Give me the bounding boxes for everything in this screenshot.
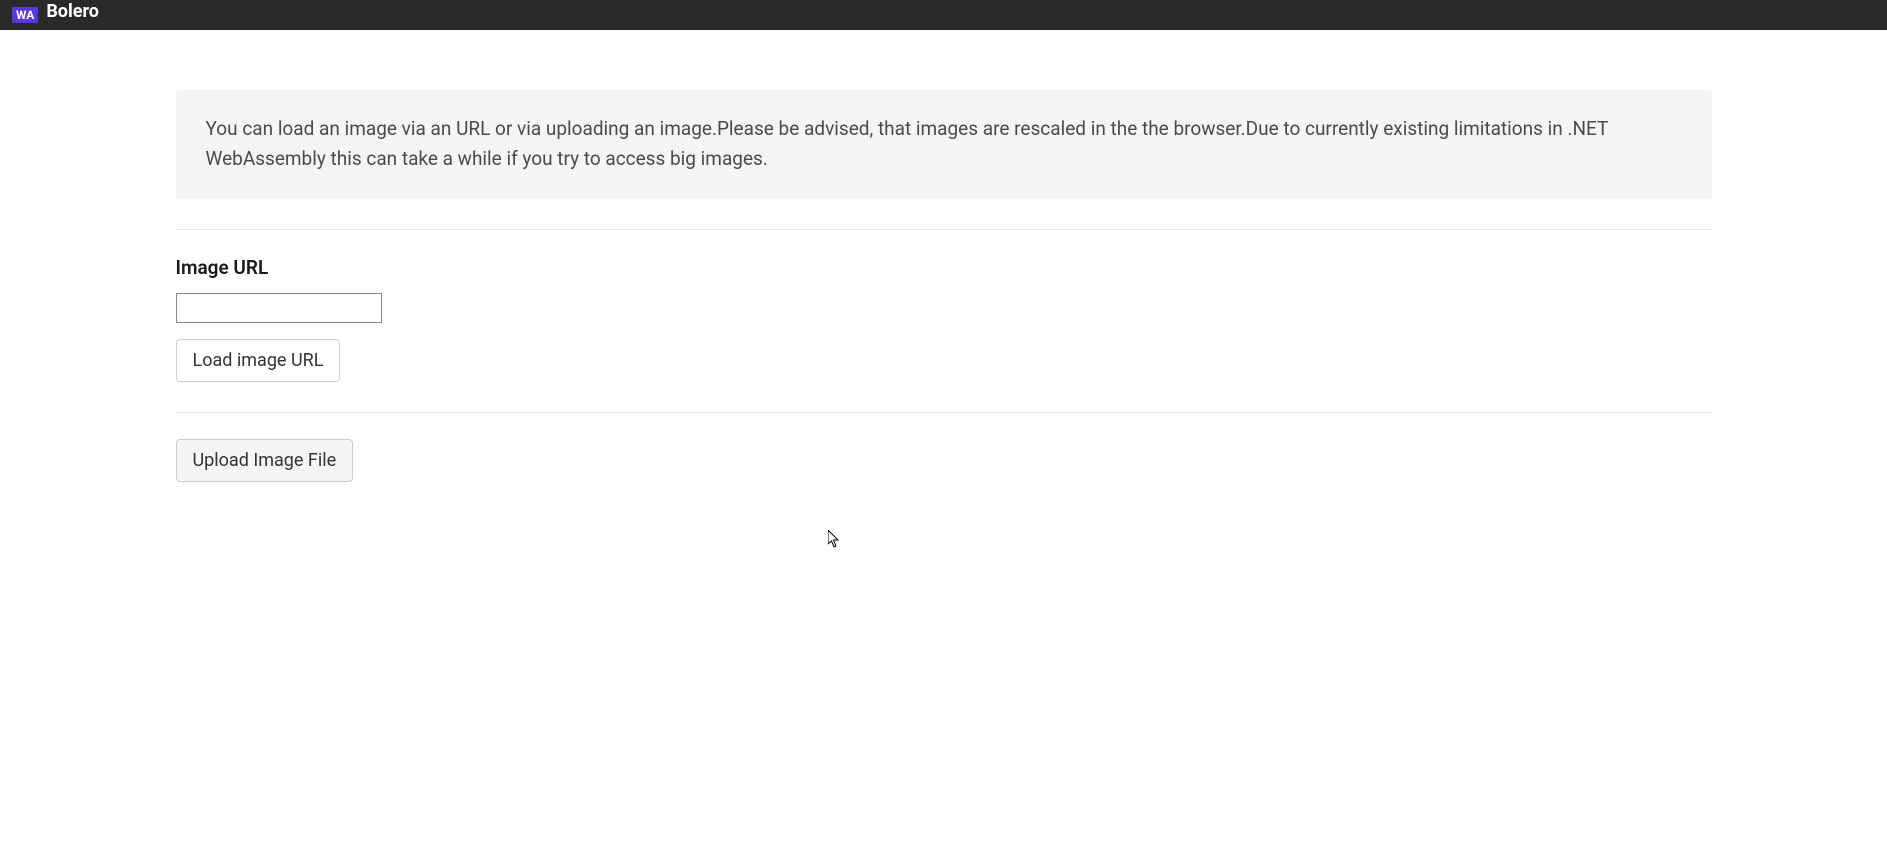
divider-1	[176, 229, 1712, 230]
image-url-input[interactable]	[176, 293, 382, 323]
upload-section: Upload Image File	[176, 439, 1712, 482]
main-container: You can load an image via an URL or via …	[74, 30, 1814, 482]
cursor-icon	[828, 530, 842, 548]
divider-2	[176, 412, 1712, 413]
info-box: You can load an image via an URL or via …	[176, 90, 1712, 199]
upload-image-file-button[interactable]: Upload Image File	[176, 439, 354, 482]
topbar: WA Bolero	[0, 0, 1887, 30]
app-title: Bolero	[46, 3, 99, 21]
info-text: You can load an image via an URL or via …	[206, 117, 1608, 170]
wa-badge: WA	[12, 7, 38, 23]
url-section: Image URL Load image URL	[176, 256, 1712, 382]
load-image-url-button[interactable]: Load image URL	[176, 339, 341, 382]
image-url-label: Image URL	[176, 256, 1712, 279]
